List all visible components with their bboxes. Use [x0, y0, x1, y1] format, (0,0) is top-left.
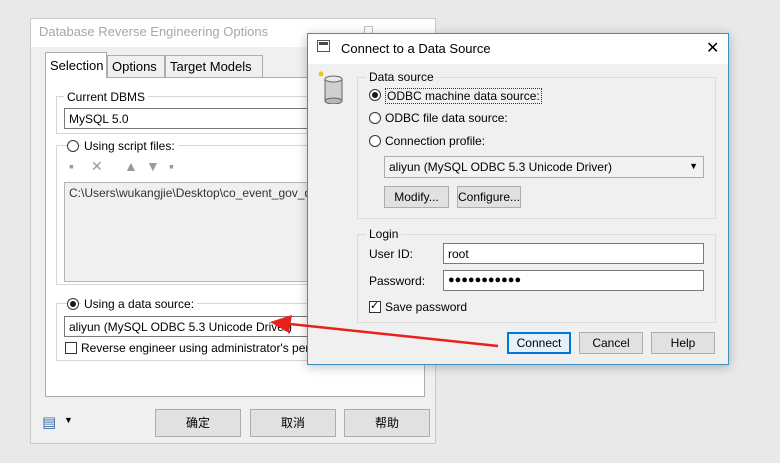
tab-selection[interactable]: Selection	[45, 52, 107, 78]
arrow-line	[289, 322, 499, 348]
annotation-arrow	[270, 315, 499, 348]
arrow-head	[270, 315, 292, 333]
